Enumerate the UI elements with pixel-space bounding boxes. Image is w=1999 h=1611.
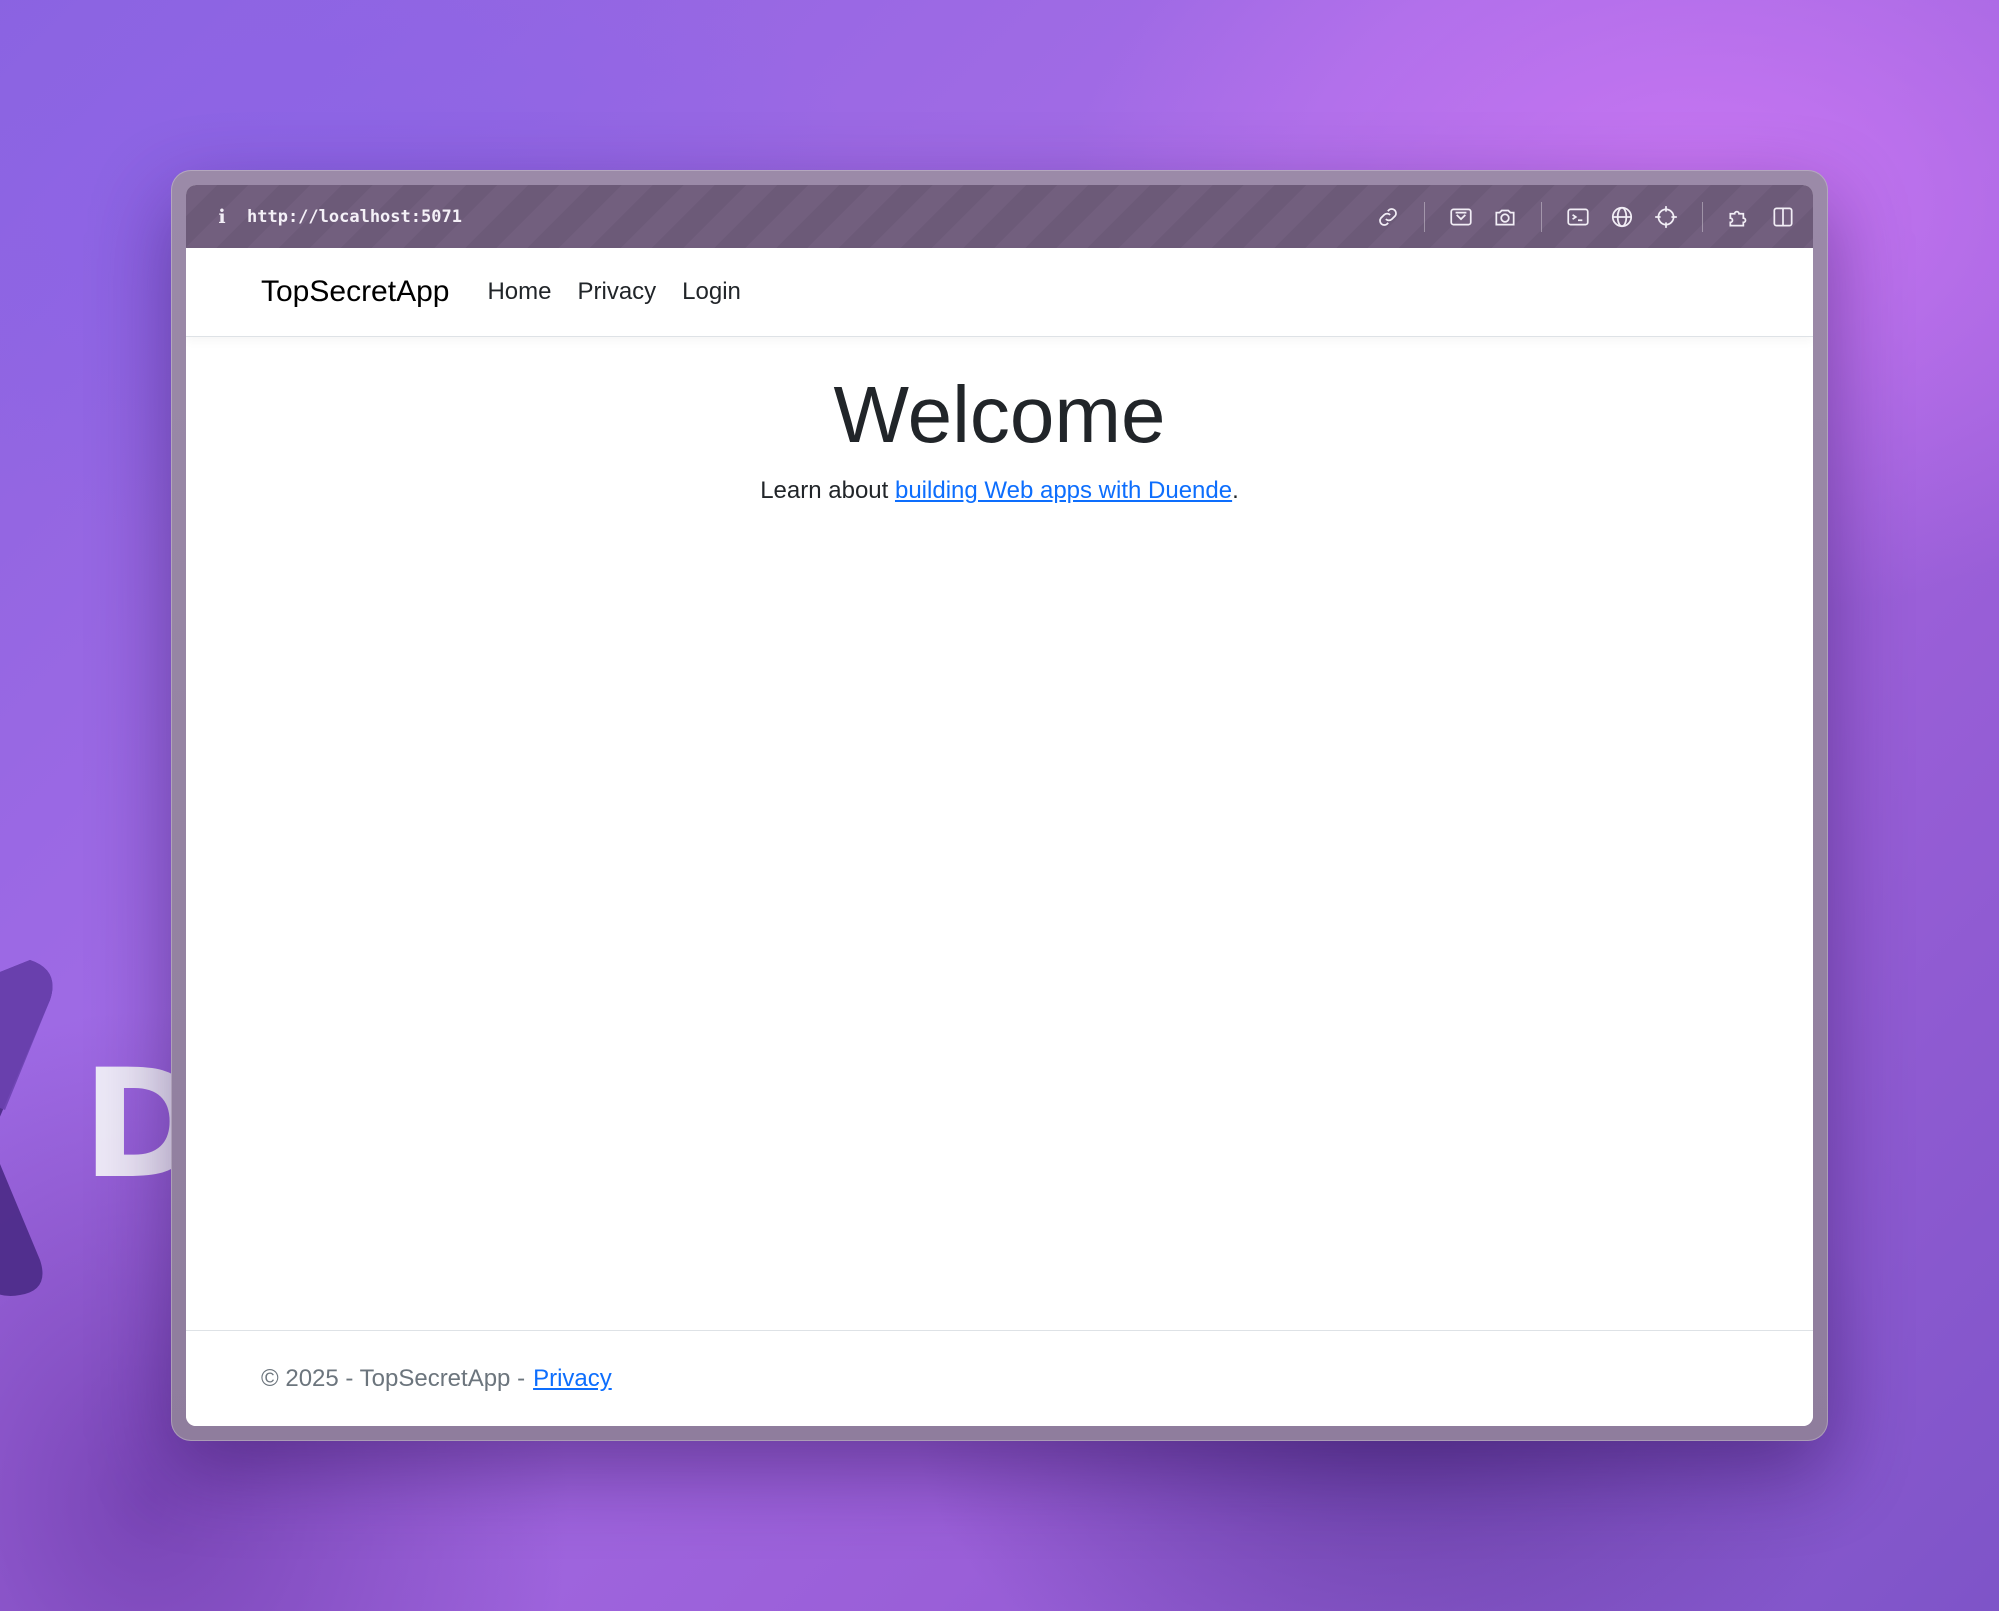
page-title: Welcome <box>833 370 1166 459</box>
terminal-icon[interactable] <box>1556 195 1600 239</box>
nav-link-login[interactable]: Login <box>682 278 741 306</box>
crosshair-icon[interactable] <box>1644 195 1688 239</box>
hero-text-suffix: . <box>1232 477 1239 504</box>
browser-chrome: i http://localhost:5071 TopSecretApp Hom… <box>186 185 1813 1426</box>
globe-icon[interactable] <box>1600 195 1644 239</box>
navbar-brand[interactable]: TopSecretApp <box>261 275 449 309</box>
web-page: TopSecretApp Home Privacy Login Welcome … <box>186 248 1813 1426</box>
extension-icon[interactable] <box>1717 195 1761 239</box>
hero-text: Learn about building Web apps with Duend… <box>186 477 1813 505</box>
address-bar-url[interactable]: http://localhost:5071 <box>247 207 462 227</box>
footer-privacy-link[interactable]: Privacy <box>533 1365 612 1393</box>
duende-docs-link[interactable]: building Web apps with Duende <box>895 477 1232 504</box>
toolbar-divider <box>1424 201 1425 232</box>
toolbar-divider <box>1702 201 1703 232</box>
nav-link-privacy[interactable]: Privacy <box>577 278 656 306</box>
toolbar-divider <box>1541 201 1542 232</box>
screenshot-area-icon[interactable] <box>1439 195 1483 239</box>
footer-copyright: © 2025 - TopSecretApp - <box>261 1364 526 1392</box>
link-icon[interactable] <box>1366 195 1410 239</box>
nav-link-home[interactable]: Home <box>487 278 551 306</box>
browser-window: i http://localhost:5071 TopSecretApp Hom… <box>171 170 1828 1441</box>
info-icon[interactable]: i <box>210 206 234 228</box>
browser-toolbar: i http://localhost:5071 <box>186 185 1813 248</box>
camera-icon[interactable] <box>1483 195 1527 239</box>
footer: © 2025 - TopSecretApp - Privacy <box>186 1330 1813 1426</box>
sidebar-toggle-icon[interactable] <box>1761 195 1805 239</box>
hero-text-prefix: Learn about <box>760 477 895 504</box>
toolbar-icon-group <box>1366 185 1813 248</box>
hero-section: Welcome Learn about building Web apps wi… <box>186 337 1813 505</box>
navbar: TopSecretApp Home Privacy Login <box>186 248 1813 337</box>
